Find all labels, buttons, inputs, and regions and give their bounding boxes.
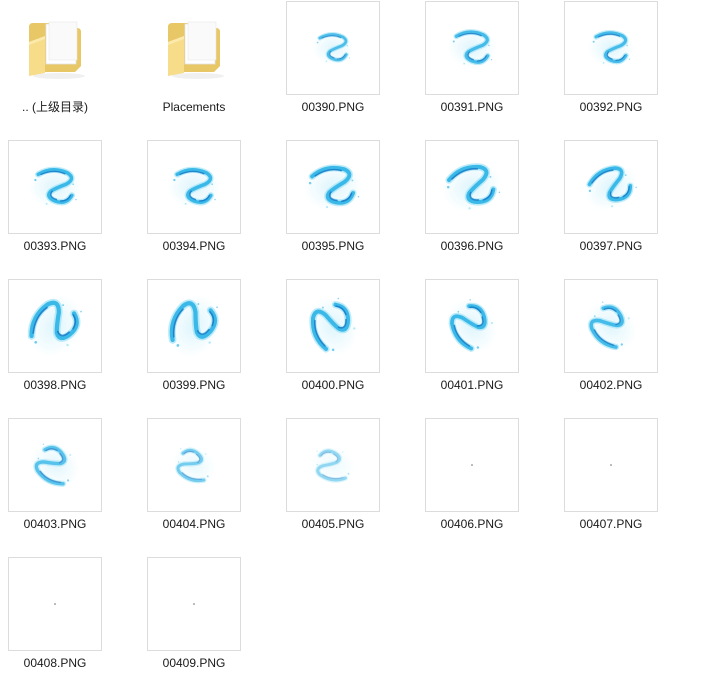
- image-thumbnail[interactable]: [8, 279, 102, 373]
- file-item[interactable]: 00392.PNG: [556, 0, 695, 134]
- file-name-label: 00407.PNG: [579, 517, 643, 531]
- file-item[interactable]: 00402.PNG: [556, 278, 695, 412]
- file-item[interactable]: 00395.PNG: [278, 139, 417, 273]
- file-item[interactable]: 00408.PNG: [0, 556, 139, 690]
- file-name-label: 00391.PNG: [440, 100, 504, 114]
- folder-item[interactable]: .. (上级目录): [0, 0, 139, 134]
- folder-thumbnail[interactable]: [147, 1, 241, 95]
- file-name-label: 00400.PNG: [301, 378, 365, 392]
- file-name-label: 00392.PNG: [579, 100, 643, 114]
- file-grid: .. (上级目录) Placements 00390.PNG 00391.PNG…: [0, 0, 725, 682]
- file-name-label: 00390.PNG: [301, 100, 365, 114]
- water-swirl-thumbnail: [310, 446, 356, 484]
- file-name-label: 00409.PNG: [162, 656, 226, 670]
- water-swirl-thumbnail: [447, 28, 497, 68]
- file-item[interactable]: 00405.PNG: [278, 417, 417, 551]
- faint-dot-thumbnail: [610, 464, 612, 466]
- image-thumbnail[interactable]: [564, 418, 658, 512]
- file-name-label: 00403.PNG: [23, 517, 87, 531]
- file-name-label: 00402.PNG: [579, 378, 643, 392]
- water-swirl-thumbnail: [308, 296, 358, 356]
- file-name-label: 00398.PNG: [23, 378, 87, 392]
- file-name-label: 00394.PNG: [162, 239, 226, 253]
- file-item[interactable]: 00394.PNG: [139, 139, 278, 273]
- image-thumbnail[interactable]: [564, 140, 658, 234]
- file-item[interactable]: 00391.PNG: [417, 0, 556, 134]
- image-thumbnail[interactable]: [286, 418, 380, 512]
- file-name-label: Placements: [162, 100, 226, 114]
- file-name-label: .. (上级目录): [22, 100, 88, 114]
- folder-icon: [168, 21, 224, 79]
- water-swirl-thumbnail: [584, 163, 638, 211]
- image-thumbnail[interactable]: [425, 140, 519, 234]
- file-name-label: 00399.PNG: [162, 378, 226, 392]
- file-name-label: 00404.PNG: [162, 517, 226, 531]
- image-thumbnail[interactable]: [8, 140, 102, 234]
- file-name-label: 00405.PNG: [301, 517, 365, 531]
- water-swirl-thumbnail: [587, 29, 635, 67]
- file-item[interactable]: 00393.PNG: [0, 139, 139, 273]
- faint-dot-thumbnail: [471, 464, 473, 466]
- file-item[interactable]: 00406.PNG: [417, 417, 556, 551]
- image-thumbnail[interactable]: [286, 1, 380, 95]
- image-thumbnail[interactable]: [286, 140, 380, 234]
- water-swirl-thumbnail: [447, 299, 497, 353]
- image-thumbnail[interactable]: [147, 557, 241, 651]
- water-swirl-thumbnail: [167, 294, 221, 358]
- file-item[interactable]: 00396.PNG: [417, 139, 556, 273]
- image-thumbnail[interactable]: [147, 279, 241, 373]
- water-swirl-thumbnail: [27, 295, 83, 357]
- file-item[interactable]: 00403.PNG: [0, 417, 139, 551]
- file-name-label: 00393.PNG: [23, 239, 87, 253]
- file-name-label: 00406.PNG: [440, 517, 504, 531]
- file-item[interactable]: 00390.PNG: [278, 0, 417, 134]
- faint-dot-thumbnail: [193, 603, 195, 605]
- image-thumbnail[interactable]: [8, 418, 102, 512]
- image-thumbnail[interactable]: [564, 279, 658, 373]
- file-item[interactable]: 00399.PNG: [139, 278, 278, 412]
- image-thumbnail[interactable]: [147, 418, 241, 512]
- file-item[interactable]: 00401.PNG: [417, 278, 556, 412]
- file-item[interactable]: 00400.PNG: [278, 278, 417, 412]
- image-thumbnail[interactable]: [425, 279, 519, 373]
- file-name-label: 00408.PNG: [23, 656, 87, 670]
- faint-dot-thumbnail: [54, 603, 56, 605]
- water-swirl-thumbnail: [28, 166, 82, 208]
- water-swirl-thumbnail: [167, 166, 221, 208]
- file-name-label: 00395.PNG: [301, 239, 365, 253]
- water-swirl-thumbnail: [312, 31, 354, 65]
- image-thumbnail[interactable]: [147, 140, 241, 234]
- water-swirl-thumbnail: [585, 301, 637, 351]
- file-item[interactable]: 00398.PNG: [0, 278, 139, 412]
- water-swirl-thumbnail: [303, 163, 363, 211]
- folder-icon: [29, 21, 85, 79]
- image-thumbnail[interactable]: [564, 1, 658, 95]
- water-swirl-thumbnail: [442, 162, 502, 212]
- image-thumbnail[interactable]: [8, 557, 102, 651]
- water-swirl-thumbnail: [171, 446, 217, 484]
- folder-thumbnail[interactable]: [8, 1, 102, 95]
- file-item[interactable]: 00404.PNG: [139, 417, 278, 551]
- file-item[interactable]: 00407.PNG: [556, 417, 695, 551]
- file-name-label: 00397.PNG: [579, 239, 643, 253]
- water-swirl-thumbnail: [30, 443, 80, 487]
- file-name-label: 00396.PNG: [440, 239, 504, 253]
- image-thumbnail[interactable]: [425, 1, 519, 95]
- image-thumbnail[interactable]: [425, 418, 519, 512]
- folder-item[interactable]: Placements: [139, 0, 278, 134]
- file-item[interactable]: 00409.PNG: [139, 556, 278, 690]
- image-thumbnail[interactable]: [286, 279, 380, 373]
- file-name-label: 00401.PNG: [440, 378, 504, 392]
- file-item[interactable]: 00397.PNG: [556, 139, 695, 273]
